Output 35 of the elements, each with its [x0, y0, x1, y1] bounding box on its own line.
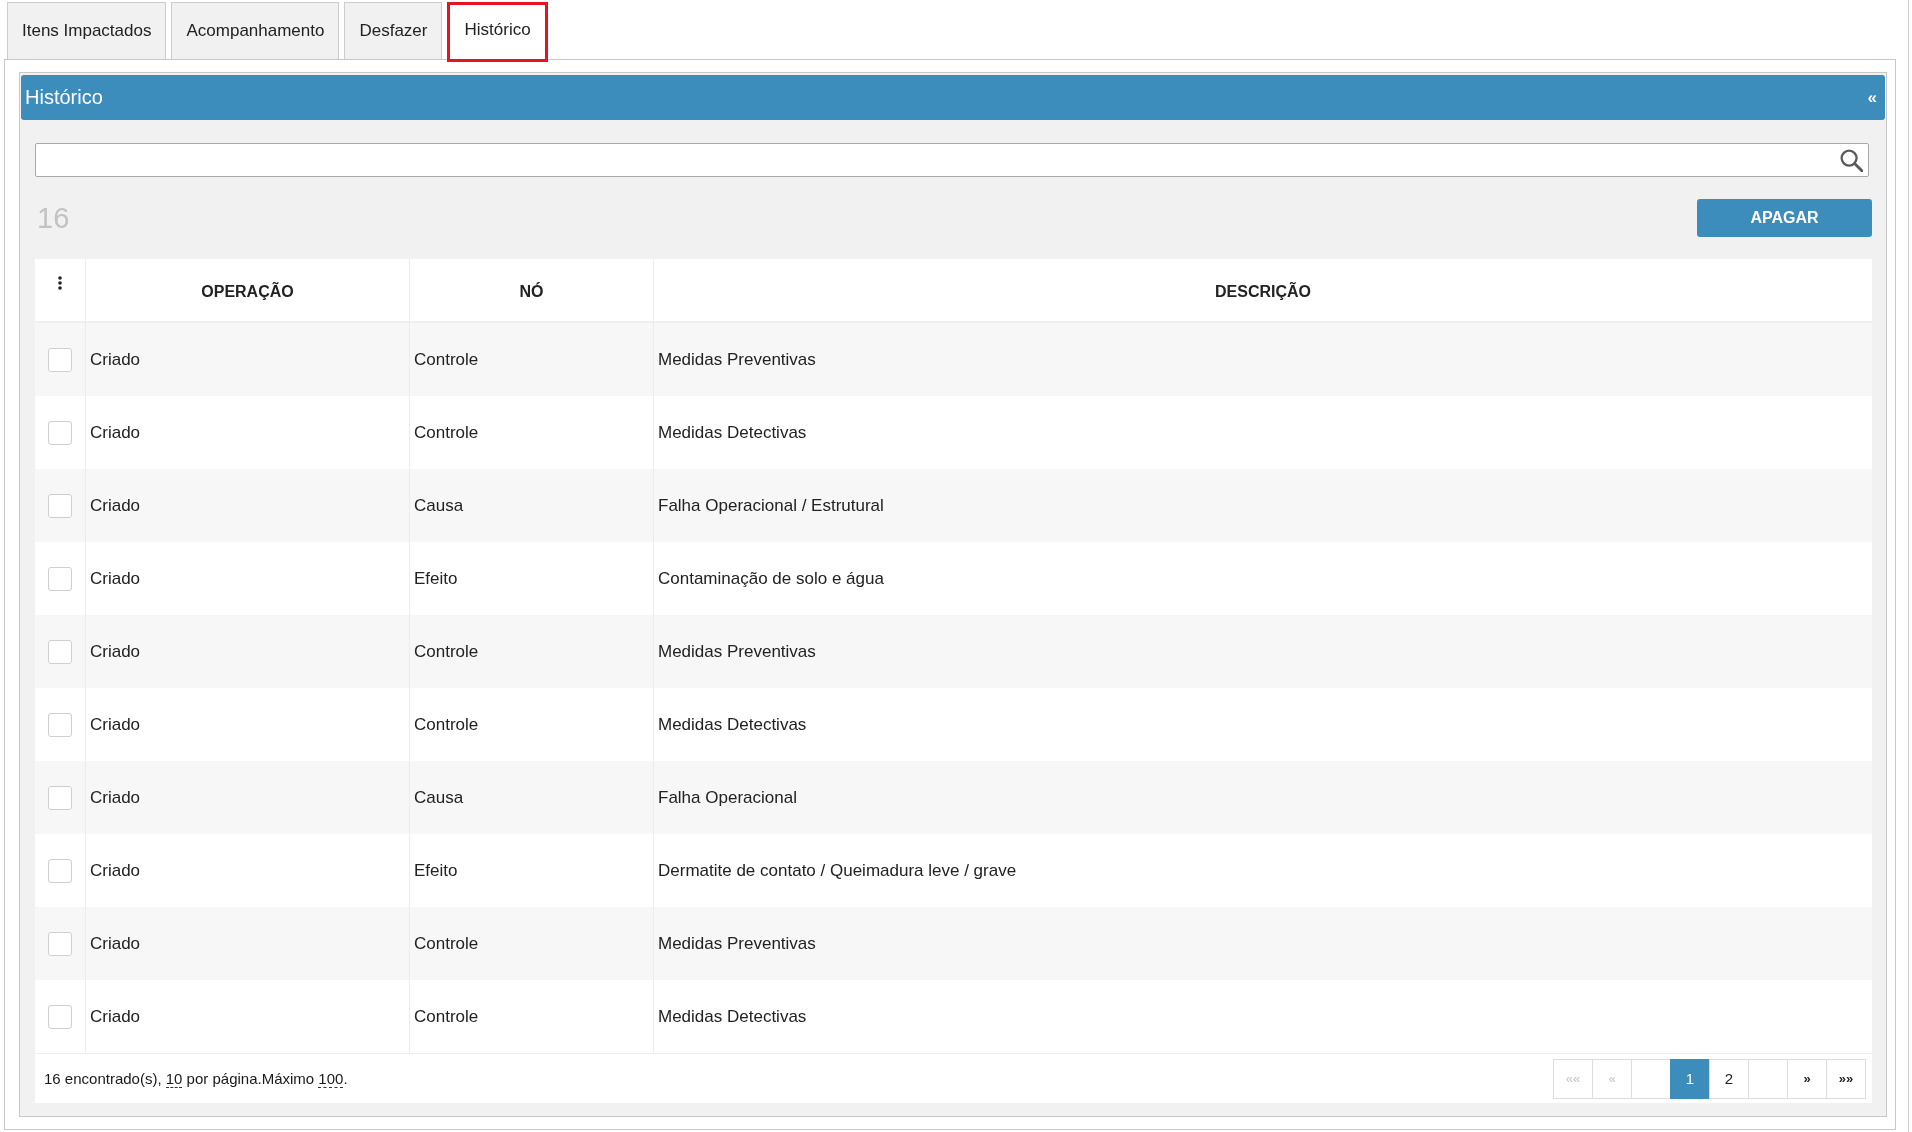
table-cell: Controle — [409, 980, 653, 1053]
number-link[interactable]: 10 — [165, 1070, 183, 1088]
column-header: DESCRIÇÃO — [653, 259, 1872, 321]
tab[interactable]: Histórico — [447, 2, 548, 62]
column-header: OPERAÇÃO — [85, 259, 409, 321]
row-checkbox[interactable] — [48, 931, 72, 956]
row-checkbox[interactable] — [48, 420, 72, 445]
search-icon[interactable] — [1840, 148, 1863, 172]
empty-pager-slot — [1748, 1058, 1788, 1099]
row-checkbox[interactable] — [48, 493, 72, 518]
number-link[interactable]: 100 — [318, 1070, 344, 1088]
page-button[interactable]: 2 — [1709, 1058, 1749, 1099]
table-cell: Criado — [85, 980, 409, 1053]
row-checkbox[interactable] — [48, 1004, 72, 1029]
search-field[interactable] — [35, 143, 1869, 177]
row-checkbox[interactable] — [48, 347, 72, 372]
vertical-dots-icon[interactable] — [58, 276, 62, 290]
column-header: NÓ — [409, 259, 653, 321]
row-checkbox[interactable] — [48, 712, 72, 737]
tab[interactable]: Itens Impactados — [7, 2, 167, 59]
collapse-button[interactable]: « — [1865, 87, 1879, 108]
empty-pager-slot — [1631, 1058, 1671, 1099]
results-summary: 16 encontrado(s), 10 por página.Máximo 100. — [44, 1070, 348, 1087]
page-button[interactable]: 1 — [1670, 1058, 1710, 1099]
table-cell: Medidas Detectivas — [653, 980, 1872, 1053]
row-checkbox[interactable] — [48, 785, 72, 810]
row-checkbox[interactable] — [48, 566, 72, 591]
next-page-button[interactable]: » — [1787, 1058, 1827, 1099]
tab[interactable]: Desfazer — [344, 2, 443, 59]
last-page-button[interactable]: »» — [1826, 1058, 1866, 1099]
tab[interactable]: Acompanhamento — [171, 2, 340, 59]
row-checkbox[interactable] — [48, 639, 72, 664]
delete-button[interactable]: APAGAR — [1697, 199, 1872, 237]
row-checkbox[interactable] — [48, 858, 72, 883]
panel-title: Histórico — [25, 86, 103, 109]
